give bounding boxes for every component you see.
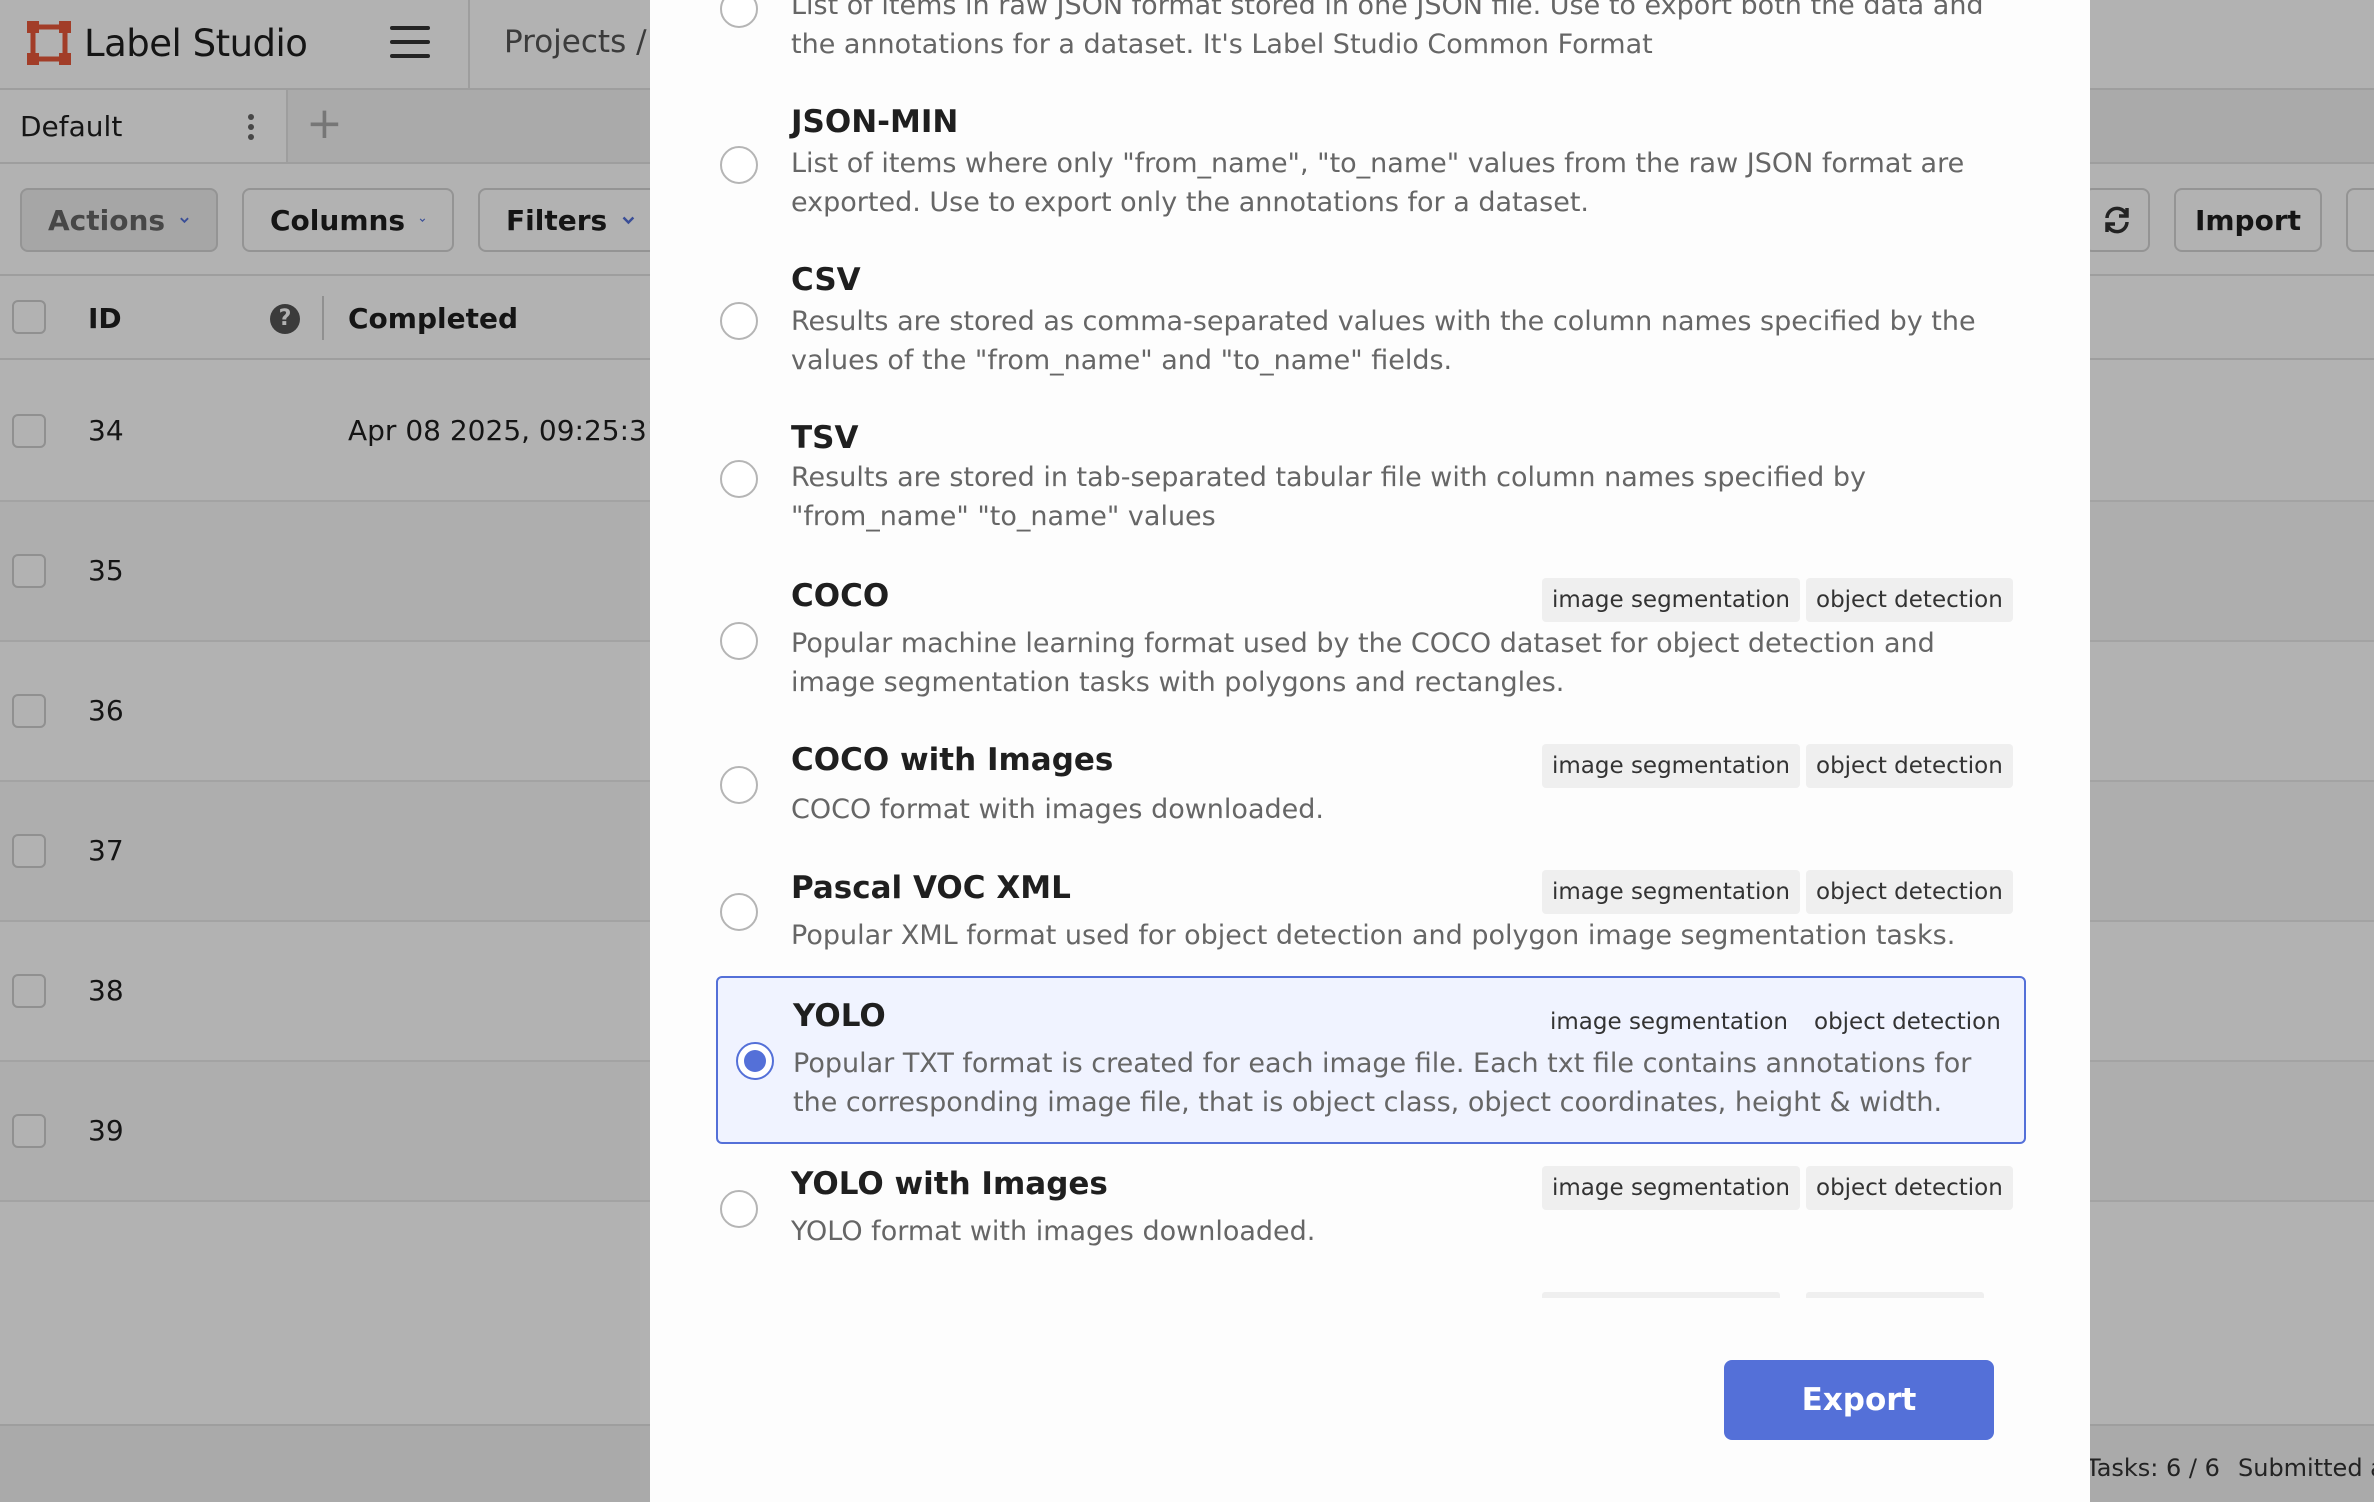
format-title: Pascal VOC XML — [791, 870, 1071, 906]
format-description: Popular machine learning format used by … — [791, 628, 1935, 698]
tag-image-segmentation: image segmentation — [1542, 744, 1800, 788]
format-radio-selected[interactable] — [736, 1042, 774, 1080]
format-description: Popular TXT format is created for each i… — [793, 1048, 1972, 1118]
format-radio[interactable] — [720, 1190, 758, 1228]
next-format-tag-edge — [1542, 1292, 1780, 1298]
format-radio[interactable] — [720, 766, 758, 804]
tag-object-detection: object detection — [1806, 1166, 2013, 1210]
export-modal: List of items in raw JSON format stored … — [650, 0, 2090, 1502]
format-radio[interactable] — [720, 302, 758, 340]
format-radio[interactable] — [720, 622, 758, 660]
format-radio[interactable] — [720, 460, 758, 498]
format-description: Results are stored as comma-separated va… — [791, 306, 1976, 376]
format-radio[interactable] — [720, 0, 758, 28]
format-title: COCO — [791, 578, 890, 614]
format-description: Popular XML format used for object detec… — [791, 920, 1956, 951]
tag-image-segmentation: image segmentation — [1542, 870, 1800, 914]
format-title: CSV — [791, 262, 861, 298]
format-radio[interactable] — [720, 893, 758, 931]
tag-object-detection: object detection — [1806, 870, 2013, 914]
tag-object-detection: object detection — [1806, 744, 2013, 788]
format-description: List of items in raw JSON format stored … — [791, 0, 1984, 60]
tag-image-segmentation: image segmentation — [1542, 578, 1800, 622]
format-title: TSV — [791, 420, 859, 456]
format-title: YOLO — [793, 998, 886, 1034]
format-description: Results are stored in tab-separated tabu… — [791, 462, 1866, 532]
tag-image-segmentation: image segmentation — [1542, 1166, 1800, 1210]
format-description: COCO format with images downloaded. — [791, 794, 1324, 825]
format-title: YOLO with Images — [791, 1166, 1108, 1202]
export-button[interactable]: Export — [1724, 1360, 1994, 1440]
format-title: JSON-MIN — [791, 104, 959, 140]
tag-object-detection: object detection — [1806, 578, 2013, 622]
format-description: List of items where only "from_name", "t… — [791, 148, 1965, 218]
tag-object-detection: object detection — [1814, 1009, 2001, 1035]
format-title: COCO with Images — [791, 742, 1114, 778]
tag-image-segmentation: image segmentation — [1550, 1009, 1788, 1035]
format-description: YOLO format with images downloaded. — [791, 1216, 1316, 1247]
format-radio[interactable] — [720, 146, 758, 184]
next-format-tag-edge — [1806, 1292, 1984, 1298]
